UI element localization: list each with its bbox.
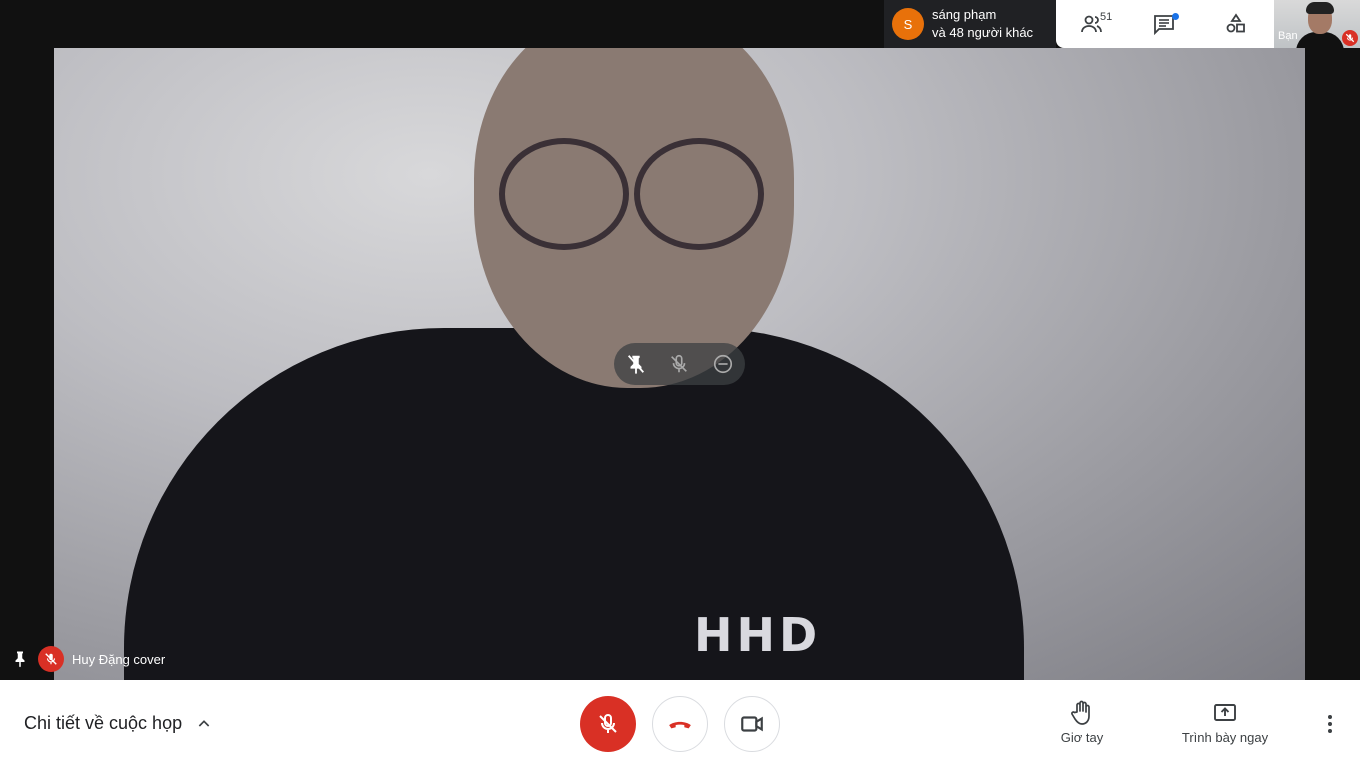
- hang-up-icon: [669, 721, 691, 729]
- video-glasses-right: [634, 138, 764, 250]
- self-body: [1296, 32, 1344, 48]
- self-mic-off-badge: [1342, 30, 1358, 46]
- meeting-details-toggle[interactable]: Chi tiết về cuộc họp: [24, 713, 212, 734]
- mic-off-icon: [599, 714, 617, 733]
- present-now-label: Trình bày ngay: [1181, 730, 1269, 745]
- presenter-name: sáng phạm: [932, 7, 997, 22]
- pin-icon: [10, 646, 30, 672]
- chat-unread-dot: [1172, 13, 1179, 20]
- meeting-details-label: Chi tiết về cuộc họp: [24, 713, 183, 733]
- more-vert-icon: [1328, 715, 1332, 733]
- video-person-shirt: [124, 328, 1024, 680]
- chevron-up-icon: [196, 716, 212, 732]
- mic-off-icon: [671, 354, 688, 373]
- present-screen-icon: [1212, 700, 1238, 726]
- self-label: Bạn: [1278, 30, 1298, 42]
- raise-hand-label: Giơ tay: [1060, 730, 1104, 745]
- minus-circle-icon: [714, 354, 733, 374]
- participants-count: 51: [1100, 11, 1113, 23]
- tile-hover-controls: [614, 343, 745, 385]
- microphone-toggle-button[interactable]: [580, 696, 636, 752]
- meeting-stage: HHD S sáng phạm và 48 người khác 51 Bạn …: [0, 0, 1360, 680]
- raise-hand-button[interactable]: Giơ tay: [1052, 700, 1112, 745]
- mic-off-icon: [1345, 33, 1355, 43]
- participant-name: Huy Đặng cover: [72, 651, 166, 667]
- remove-participant-button[interactable]: [708, 349, 738, 379]
- self-view-tile[interactable]: Bạn: [1274, 0, 1360, 48]
- top-actions: 51: [1056, 0, 1274, 48]
- presenter-avatar: S: [892, 8, 924, 40]
- participant-nameplate: Huy Đặng cover: [10, 646, 165, 672]
- activities-button[interactable]: [1200, 0, 1272, 48]
- present-now-button[interactable]: Trình bày ngay: [1172, 700, 1278, 745]
- leave-call-button[interactable]: [652, 696, 708, 752]
- self-hair: [1306, 2, 1334, 14]
- top-bar: S sáng phạm và 48 người khác 51 Bạn: [0, 0, 1360, 48]
- shapes-icon: [1226, 13, 1245, 33]
- presenter-names: sáng phạm và 48 người khác: [932, 6, 1033, 42]
- participant-mic-off-badge: [38, 646, 64, 672]
- video-glasses-left: [499, 138, 629, 250]
- mute-participant-button[interactable]: [664, 349, 694, 379]
- participants-button[interactable]: 51: [1056, 0, 1128, 48]
- presenter-info[interactable]: S sáng phạm và 48 người khác: [884, 0, 1056, 48]
- videocam-icon: [741, 716, 763, 732]
- camera-toggle-button[interactable]: [724, 696, 780, 752]
- chat-button[interactable]: [1128, 0, 1200, 48]
- more-options-button[interactable]: [1318, 712, 1342, 736]
- shirt-logo-text: HHD: [694, 608, 822, 662]
- unpin-button[interactable]: [621, 349, 651, 379]
- unpin-icon: [627, 355, 644, 375]
- bottom-bar: Chi tiết về cuộc họp Giơ tay Trình bày n…: [0, 680, 1360, 768]
- hand-icon: [1070, 700, 1094, 726]
- others-count: và 48 người khác: [932, 25, 1034, 40]
- mic-off-icon: [45, 653, 57, 665]
